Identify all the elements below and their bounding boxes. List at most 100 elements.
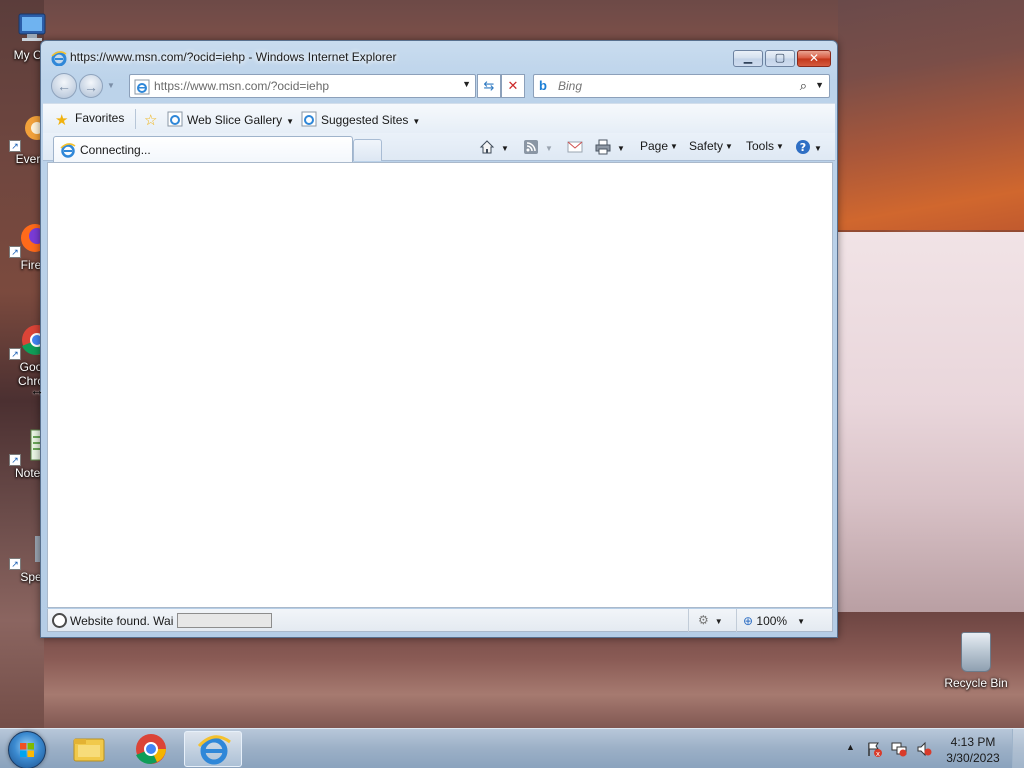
resize-cursor-icon: ↔ (30, 382, 44, 398)
shortcut-arrow-icon: ↗ (9, 454, 21, 466)
help-button[interactable]: ? ▼ (795, 139, 822, 155)
divider (688, 609, 689, 632)
favorites-label: Favorites (75, 111, 125, 125)
close-button[interactable]: ✕ (797, 50, 831, 67)
minimize-button[interactable]: ▁ (733, 50, 763, 67)
internet-explorer-icon (197, 735, 231, 765)
suggested-sites-button[interactable]: Suggested Sites ▼ (301, 111, 420, 127)
taskbar-chrome[interactable] (122, 731, 180, 767)
show-hidden-icons-button[interactable]: ▲ (846, 742, 855, 752)
search-icon[interactable]: ⌕ (800, 78, 807, 94)
volume-muted-icon[interactable] (916, 741, 932, 757)
shortcut-arrow-icon: ↗ (9, 348, 21, 360)
address-bar[interactable]: ▼ (129, 74, 476, 98)
taskbar-internet-explorer[interactable] (184, 731, 242, 767)
forward-arrow-icon: → (84, 79, 98, 95)
title-bar[interactable]: https://www.msn.com/?ocid=iehp - Windows… (41, 41, 837, 71)
chevron-down-icon: ▼ (725, 142, 733, 151)
back-button[interactable]: ← (51, 73, 77, 99)
zoom-button[interactable]: ⊕ 100% ▼ (743, 614, 805, 628)
minimize-icon: ▁ (743, 52, 753, 64)
search-input[interactable] (558, 78, 778, 94)
favorites-button[interactable]: ★ Favorites (55, 111, 124, 129)
internet-explorer-icon (51, 50, 67, 67)
chevron-down-icon[interactable]: ▼ (545, 144, 553, 153)
zoom-icon: ⊕ (743, 614, 754, 628)
start-button[interactable] (8, 731, 46, 768)
action-center-icon[interactable]: x (866, 741, 882, 758)
refresh-icon: ⇆ (483, 78, 495, 93)
chevron-down-icon: ▼ (412, 117, 421, 126)
mail-icon (567, 139, 583, 155)
chevron-down-icon[interactable]: ▼ (501, 144, 509, 153)
search-bar[interactable]: b ⌕ ▼ (533, 74, 830, 98)
new-tab-button[interactable] (353, 139, 382, 161)
system-clock[interactable]: 4:13 PM 3/30/2023 (942, 734, 1004, 766)
address-dropdown-icon[interactable]: ▼ (462, 79, 471, 89)
show-desktop-button[interactable] (1012, 729, 1024, 768)
shortcut-arrow-icon: ↗ (9, 140, 21, 152)
add-favorite-star-icon: ☆ (144, 112, 158, 129)
read-mail-button[interactable] (567, 139, 583, 155)
stop-icon: ✕ (507, 78, 519, 93)
tab-connecting[interactable]: Connecting... (53, 136, 353, 162)
internet-explorer-window[interactable]: https://www.msn.com/?ocid=iehp - Windows… (40, 40, 838, 638)
rss-feed-icon (523, 139, 539, 155)
page-content-area[interactable] (47, 162, 833, 608)
recycle-bin-icon (961, 632, 991, 672)
chevron-down-icon: ▼ (670, 142, 678, 151)
loading-progress-bar (177, 613, 272, 628)
page-menu-label: Page (640, 139, 669, 153)
chevron-down-icon: ▼ (776, 142, 784, 151)
web-slice-gallery-label: Web Slice Gallery (187, 113, 283, 127)
home-button[interactable]: ▼ (479, 139, 509, 155)
desktop-icon-label: Recycle Bin (944, 676, 1008, 690)
svg-text:x: x (876, 750, 880, 757)
clock-time: 4:13 PM (950, 735, 996, 749)
tools-menu-label: Tools (746, 139, 775, 153)
shortcut-arrow-icon: ↗ (9, 558, 21, 570)
divider (135, 109, 136, 129)
close-icon: ✕ (808, 51, 820, 65)
address-input[interactable] (154, 78, 454, 94)
chevron-down-icon: ▼ (814, 144, 822, 153)
page-menu[interactable]: Page ▼ (640, 139, 678, 153)
add-to-favorites-bar-button[interactable]: ☆ (144, 111, 164, 129)
back-arrow-icon: ← (57, 78, 71, 94)
windows-logo-icon (19, 742, 35, 758)
chevron-down-icon: ▼ (797, 617, 806, 626)
taskbar-windows-explorer[interactable] (60, 731, 118, 767)
status-bar: Website found. Wai ⚙ ▼ ⊕ 100% ▼ (47, 609, 833, 632)
security-zone-icon: ⚙ (698, 613, 709, 627)
wallpaper-sky (838, 232, 1024, 612)
favorites-bar: ★ Favorites ☆ Web Slice Gallery ▼ Suggeste… (43, 103, 835, 133)
search-dropdown-icon[interactable]: ▼ (815, 80, 824, 90)
clock-date: 3/30/2023 (946, 751, 1000, 765)
maximize-icon: ▢ (774, 52, 786, 64)
favorites-star-icon: ★ (55, 112, 69, 129)
feeds-button[interactable]: ▼ (523, 139, 553, 155)
recent-pages-dropdown[interactable]: ▼ (107, 81, 115, 90)
desktop-icon-recycle-bin[interactable]: Recycle Bin (938, 632, 1014, 690)
tools-menu[interactable]: Tools ▼ (746, 139, 784, 153)
safety-menu[interactable]: Safety ▼ (689, 139, 733, 153)
divider (736, 609, 737, 632)
help-icon: ? (795, 139, 811, 155)
forward-button[interactable]: → (79, 74, 103, 98)
loading-page-icon (60, 142, 76, 158)
stop-button[interactable]: ✕ (501, 74, 525, 98)
page-icon (301, 111, 317, 127)
web-slice-gallery-button[interactable]: Web Slice Gallery ▼ (167, 111, 294, 127)
chrome-icon (136, 734, 166, 764)
maximize-button[interactable]: ▢ (765, 50, 795, 67)
print-button[interactable]: ▼ (595, 139, 625, 155)
refresh-button[interactable]: ⇆ (477, 74, 501, 98)
network-icon[interactable] (891, 741, 907, 757)
zoom-level: 100% (756, 614, 788, 628)
status-text: Website found. Wai (70, 614, 174, 628)
window-title: https://www.msn.com/?ocid=iehp - Windows… (70, 50, 397, 64)
shortcut-arrow-icon: ↗ (9, 246, 21, 258)
protected-mode-button[interactable]: ⚙ ▼ (698, 613, 723, 627)
chevron-down-icon[interactable]: ▼ (617, 144, 625, 153)
page-icon (134, 79, 150, 95)
